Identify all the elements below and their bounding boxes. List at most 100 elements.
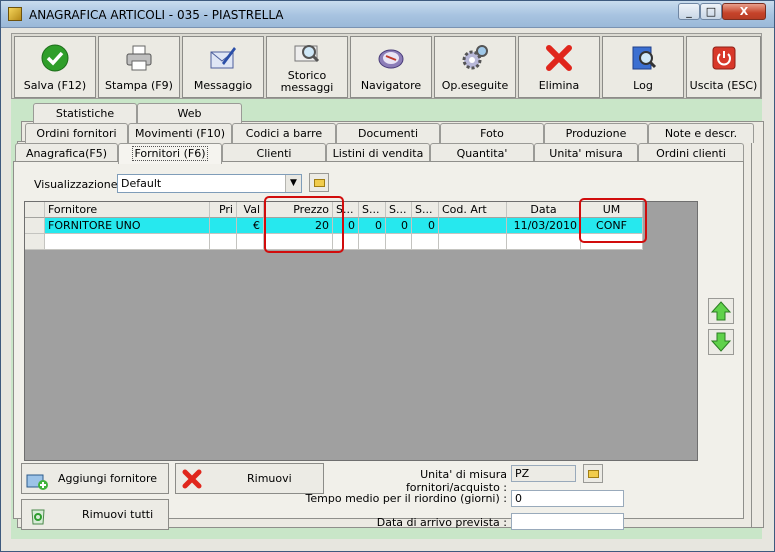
cell-empty[interactable] — [507, 234, 581, 250]
cell-empty[interactable] — [412, 234, 439, 250]
col-pri[interactable]: Pri — [210, 202, 237, 218]
exit-button[interactable]: Uscita (ESC) — [686, 36, 761, 98]
cell-s2[interactable]: 0 — [359, 218, 386, 234]
col-s4[interactable]: S... — [412, 202, 439, 218]
chevron-down-icon[interactable]: ▼ — [285, 175, 301, 192]
tab-clienti[interactable]: Clienti — [222, 143, 326, 163]
cell-cod-art[interactable] — [439, 218, 507, 234]
print-button[interactable]: Stampa (F9) — [98, 36, 180, 98]
cell-val[interactable]: € — [237, 218, 264, 234]
check-icon — [41, 44, 69, 72]
cell-empty[interactable] — [439, 234, 507, 250]
tempo-riordino-label: Tempo medio per il riordino (giorni) : — [305, 492, 507, 505]
tab-anagrafica[interactable]: Anagrafica(F5) — [15, 143, 118, 163]
gears-icon — [462, 45, 488, 70]
remove-label: Rimuovi — [247, 472, 292, 485]
delete-x-icon — [182, 469, 202, 489]
um-folder-button[interactable] — [583, 464, 603, 483]
um-fornitori-field[interactable]: PZ — [511, 465, 576, 482]
tab-ordini-fornitori[interactable]: Ordini fornitori — [25, 123, 128, 143]
tab-foto[interactable]: Foto — [440, 123, 544, 143]
delete-x-icon — [546, 45, 572, 71]
tab-codici-barre[interactable]: Codici a barre — [232, 123, 336, 143]
folder-icon — [588, 470, 599, 478]
close-button[interactable]: X — [722, 3, 766, 20]
remove-all-label: Rimuovi tutti — [82, 508, 154, 521]
cell-empty[interactable] — [210, 234, 237, 250]
log-button[interactable]: Log — [602, 36, 684, 98]
cell-empty[interactable] — [237, 234, 264, 250]
cell-s3[interactable]: 0 — [386, 218, 412, 234]
maximize-button[interactable]: □ — [700, 3, 722, 20]
remove-all-button[interactable]: Rimuovi tutti — [21, 499, 169, 530]
tab-statistiche[interactable]: Statistiche — [33, 103, 137, 123]
recycle-bin-icon — [31, 509, 45, 525]
save-label: Salva (F12) — [23, 79, 87, 92]
minimize-button[interactable]: _ — [678, 3, 700, 20]
title-bar: ANAGRAFICA ARTICOLI - 035 - PIASTRELLA _… — [1, 1, 774, 28]
cell-empty[interactable] — [359, 234, 386, 250]
tab-listini-vendita[interactable]: Listini di vendita — [326, 143, 430, 163]
tab-ordini-clienti[interactable]: Ordini clienti — [638, 143, 744, 163]
tab-fornitori[interactable]: Fornitori (F6) — [118, 143, 222, 164]
compass-icon — [378, 49, 404, 69]
toolbar: Salva (F12) Stampa (F9) Messaggio Storic… — [11, 33, 762, 99]
col-val[interactable]: Val — [237, 202, 264, 218]
main-window: ANAGRAFICA ARTICOLI - 035 - PIASTRELLA _… — [0, 0, 775, 552]
cell-data[interactable]: 11/03/2010 — [507, 218, 581, 234]
add-supplier-button[interactable]: Aggiungi fornitore (F4) — [21, 463, 169, 514]
um-highlight — [579, 198, 647, 243]
message-label: Messaggio — [193, 79, 253, 92]
save-button[interactable]: Salva (F12) — [14, 36, 96, 98]
visualizzazione-folder-button[interactable] — [309, 173, 329, 192]
tab-movimenti[interactable]: Movimenti (F10) — [128, 123, 232, 143]
visualizzazione-select[interactable]: Default ▼ — [117, 174, 302, 193]
visualizzazione-label: Visualizzazione : — [34, 178, 125, 191]
app-box-icon — [8, 7, 22, 21]
tempo-riordino-field[interactable]: 0 — [511, 490, 624, 507]
cell-empty[interactable] — [45, 234, 210, 250]
tab-fornitori-label: Fornitori (F6) — [132, 146, 208, 161]
log-book-icon — [632, 46, 657, 70]
navigator-button[interactable]: Navigatore — [350, 36, 432, 98]
move-down-button[interactable] — [708, 329, 734, 355]
arrow-down-icon — [710, 332, 732, 352]
operations-label: Op.eseguite — [441, 79, 509, 92]
window-title: ANAGRAFICA ARTICOLI - 035 - PIASTRELLA — [29, 8, 284, 22]
tab-produzione[interactable]: Produzione — [544, 123, 648, 143]
cell-empty[interactable] — [386, 234, 412, 250]
col-data[interactable]: Data — [507, 202, 581, 218]
navigator-label: Navigatore — [360, 79, 422, 92]
cell-pri[interactable] — [210, 218, 237, 234]
tab-documenti[interactable]: Documenti — [336, 123, 440, 143]
printer-icon — [126, 45, 152, 71]
tab-quantita[interactable]: Quantita' — [430, 143, 534, 163]
col-s2[interactable]: S... — [359, 202, 386, 218]
tab-web[interactable]: Web — [137, 103, 242, 123]
prezzo-highlight — [264, 196, 344, 253]
cell-s4[interactable]: 0 — [412, 218, 439, 234]
um-fornitori-label: Unita' di misura fornitori/acquisto : — [405, 468, 507, 494]
delete-label: Elimina — [538, 79, 580, 92]
tab-unita-misura[interactable]: Unita' misura — [534, 143, 638, 163]
remove-button[interactable]: Rimuovi — [175, 463, 324, 494]
col-cod-art[interactable]: Cod. Art — [439, 202, 507, 218]
move-up-button[interactable] — [708, 298, 734, 324]
row-indicator — [25, 234, 45, 250]
col-fornitore[interactable]: Fornitore — [45, 202, 210, 218]
visualizzazione-value: Default — [121, 177, 162, 190]
delete-button[interactable]: Elimina — [518, 36, 600, 98]
tab-note-descr[interactable]: Note e descr. — [648, 123, 754, 143]
add-basket-icon — [26, 474, 48, 490]
envelope-pen-icon — [210, 47, 236, 69]
exit-label: Uscita (ESC) — [689, 79, 758, 92]
message-history-button[interactable]: Storico messaggi — [266, 36, 348, 98]
operations-button[interactable]: Op.eseguite — [434, 36, 516, 98]
data-arrivo-field[interactable] — [511, 513, 624, 530]
envelope-magnifier-icon — [294, 45, 320, 63]
col-s3[interactable]: S... — [386, 202, 412, 218]
message-history-label: Storico messaggi — [280, 69, 334, 94]
cell-fornitore[interactable]: FORNITORE UNO — [45, 218, 210, 234]
log-label: Log — [633, 79, 653, 92]
message-button[interactable]: Messaggio — [182, 36, 264, 98]
